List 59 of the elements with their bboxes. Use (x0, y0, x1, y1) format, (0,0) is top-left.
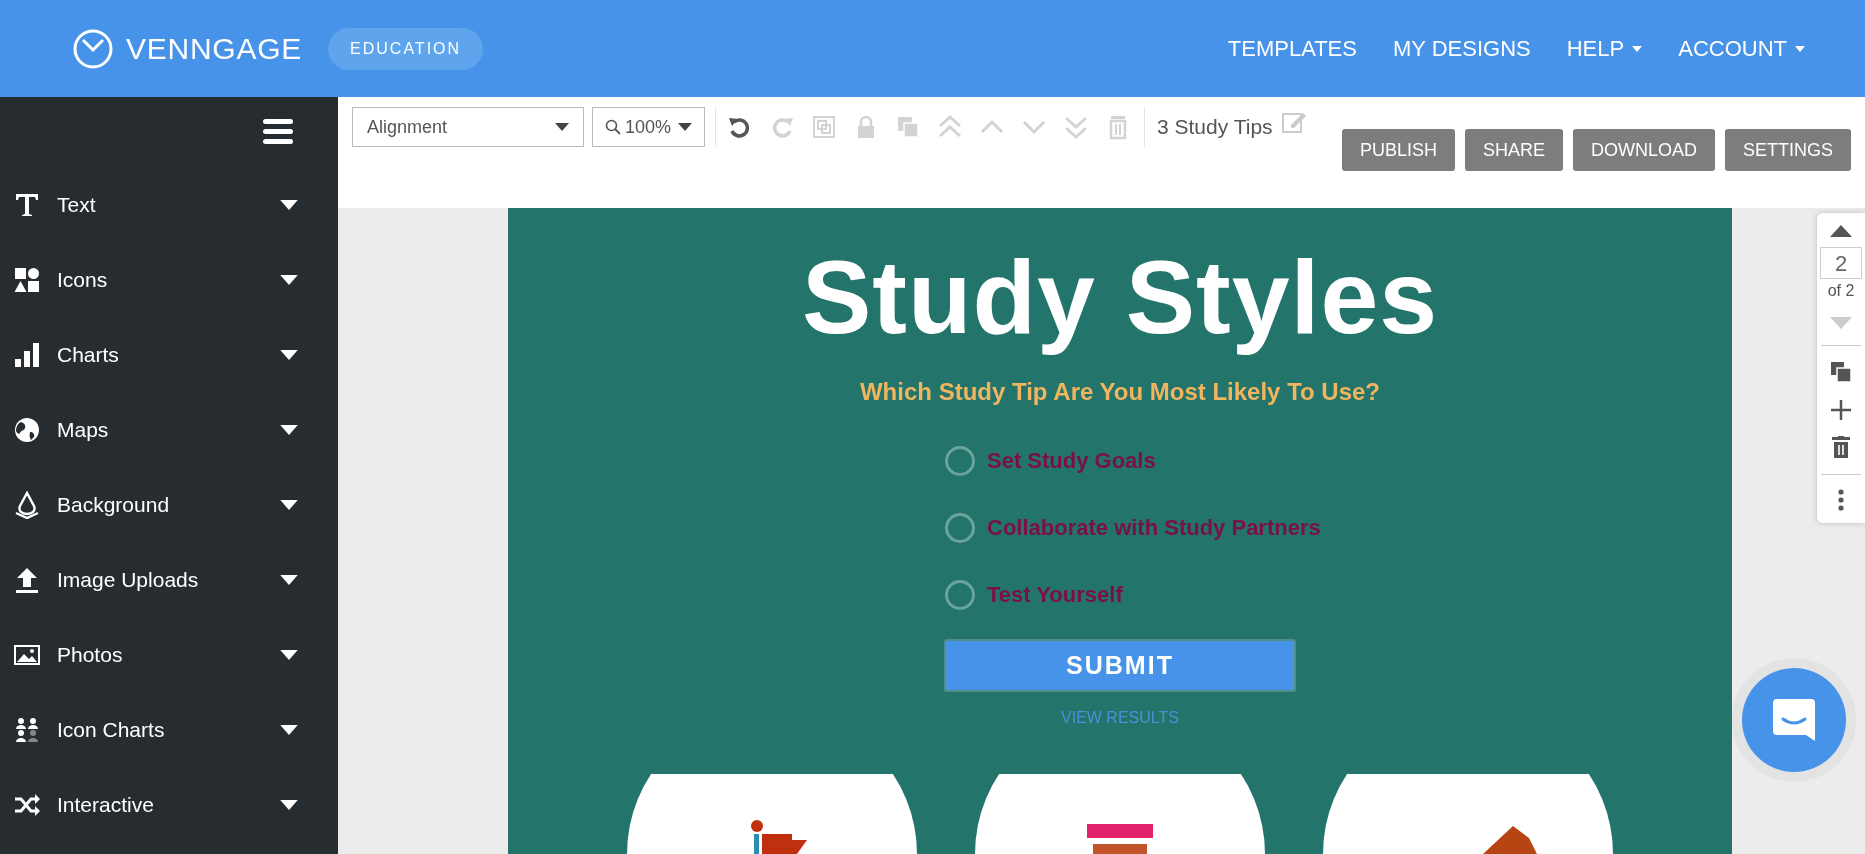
caret-icon (280, 274, 298, 285)
sidebar-item[interactable]: Image Uploads (0, 542, 338, 617)
sidebar-item[interactable]: Maps (0, 392, 338, 467)
action-button[interactable]: SHARE (1464, 129, 1563, 171)
caret-icon (1795, 45, 1805, 52)
page-title: Study Styles (801, 240, 1439, 355)
alignment-dropdown[interactable]: Alignment (352, 107, 584, 147)
caret-icon (280, 724, 298, 735)
radio-button[interactable] (945, 579, 975, 610)
add-icon[interactable] (1831, 400, 1851, 420)
caret-icon (555, 123, 569, 131)
caret-icon (280, 574, 298, 585)
submit-button[interactable]: SUBMIT (944, 639, 1296, 692)
trash-icon[interactable] (1832, 436, 1850, 458)
bar-chart-icon (13, 340, 41, 369)
logo-icon (72, 27, 114, 70)
page-up-icon[interactable] (1830, 225, 1852, 237)
chat-button[interactable] (1742, 668, 1846, 772)
shapes-icon (13, 265, 41, 294)
action-button[interactable]: PUBLISH (1341, 129, 1455, 171)
caret-icon (280, 649, 298, 660)
menu-icon[interactable] (263, 119, 293, 145)
page-number-field[interactable]: 2 (1820, 247, 1862, 279)
document-title: 3 Study Tips (1144, 107, 1273, 147)
sidebar-item[interactable]: Text (0, 167, 338, 242)
zoom-dropdown[interactable]: 100% (592, 107, 705, 147)
more-icon[interactable] (1838, 489, 1844, 511)
search-icon (605, 119, 621, 135)
nav-link[interactable]: TEMPLATES (1227, 32, 1357, 65)
caret-icon (280, 349, 298, 360)
sidebar-item[interactable]: Charts (0, 317, 338, 392)
caret-icon (678, 123, 692, 131)
brand-name: VENNGAGE (126, 31, 303, 67)
page-count: of 2 (1827, 281, 1855, 301)
action-button[interactable]: DOWNLOAD (1572, 129, 1715, 171)
caret-icon (280, 199, 298, 210)
caret-icon (280, 799, 298, 810)
action-button[interactable]: SETTINGS (1725, 129, 1851, 171)
question-text: Which Study Tip Are You Most Likely To Use? (859, 377, 1381, 408)
caret-icon (1632, 45, 1643, 52)
upload-icon (13, 565, 41, 594)
nav-link[interactable]: HELP (1566, 32, 1643, 65)
duplicate-icon[interactable] (1831, 362, 1851, 382)
sidebar-item[interactable]: Photos (0, 617, 338, 692)
chat-icon (1771, 697, 1817, 743)
caret-icon (280, 499, 298, 510)
radio-button[interactable] (945, 512, 975, 543)
education-badge: EDUCATION (328, 27, 484, 70)
sidebar-item[interactable]: Icon Charts (0, 692, 338, 767)
drop-icon (13, 490, 41, 519)
globe-icon (13, 415, 41, 444)
radio-button[interactable] (945, 445, 975, 476)
nav-link[interactable]: ACCOUNT (1678, 32, 1805, 65)
sidebar-item[interactable]: Icons (0, 242, 338, 317)
sidebar-item[interactable]: Interactive (0, 767, 338, 842)
caret-icon (280, 424, 298, 435)
sidebar-item[interactable]: Background (0, 467, 338, 542)
people-icon (13, 715, 41, 744)
nav-link[interactable]: MY DESIGNS (1393, 32, 1531, 65)
